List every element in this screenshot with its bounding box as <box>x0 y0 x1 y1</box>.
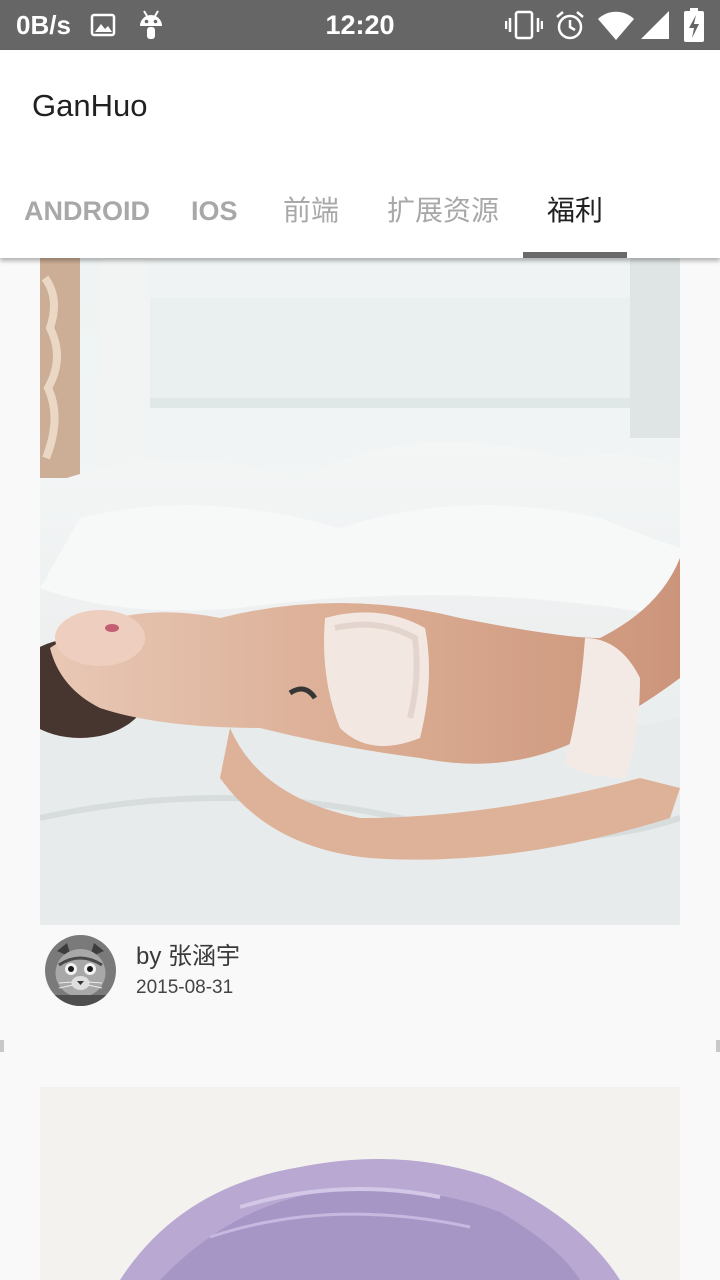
feed-photo[interactable] <box>40 258 680 925</box>
tab-ios[interactable]: IOS <box>191 178 238 258</box>
app-bar: GanHuo ANDROID IOS 前端 扩展资源 福利 <box>0 50 720 258</box>
vibrate-icon <box>505 10 543 40</box>
tab-welfare[interactable]: 福利 <box>547 178 603 258</box>
photo-woman-on-bed <box>40 258 680 925</box>
cat-avatar-icon <box>45 935 116 1006</box>
tab-android[interactable]: ANDROID <box>24 178 150 258</box>
gank-screen: 0B/s 12:20 GanHuo ANDROID IOS 前端 扩展资源 福利… <box>0 0 720 1280</box>
tab-indicator <box>523 252 627 258</box>
cell-signal-icon <box>641 11 669 39</box>
left-edge-mark <box>0 1040 4 1052</box>
tab-extended-resources[interactable]: 扩展资源 <box>387 178 499 258</box>
status-bar: 0B/s 12:20 <box>0 0 720 50</box>
author-row[interactable]: by 张涵宇 2015-08-31 <box>40 925 680 1020</box>
tab-frontend[interactable]: 前端 <box>283 178 339 258</box>
battery-charging-icon <box>684 8 704 42</box>
right-edge-mark <box>716 1040 720 1052</box>
feed-photo[interactable] <box>40 1087 680 1280</box>
app-title: GanHuo <box>32 88 148 123</box>
author-name: by 张涵宇 <box>136 943 241 970</box>
alarm-icon <box>556 11 584 40</box>
avatar <box>45 935 116 1006</box>
wifi-icon <box>598 11 634 40</box>
photo-lavender-hair <box>40 1087 680 1280</box>
post-date: 2015-08-31 <box>136 977 234 998</box>
